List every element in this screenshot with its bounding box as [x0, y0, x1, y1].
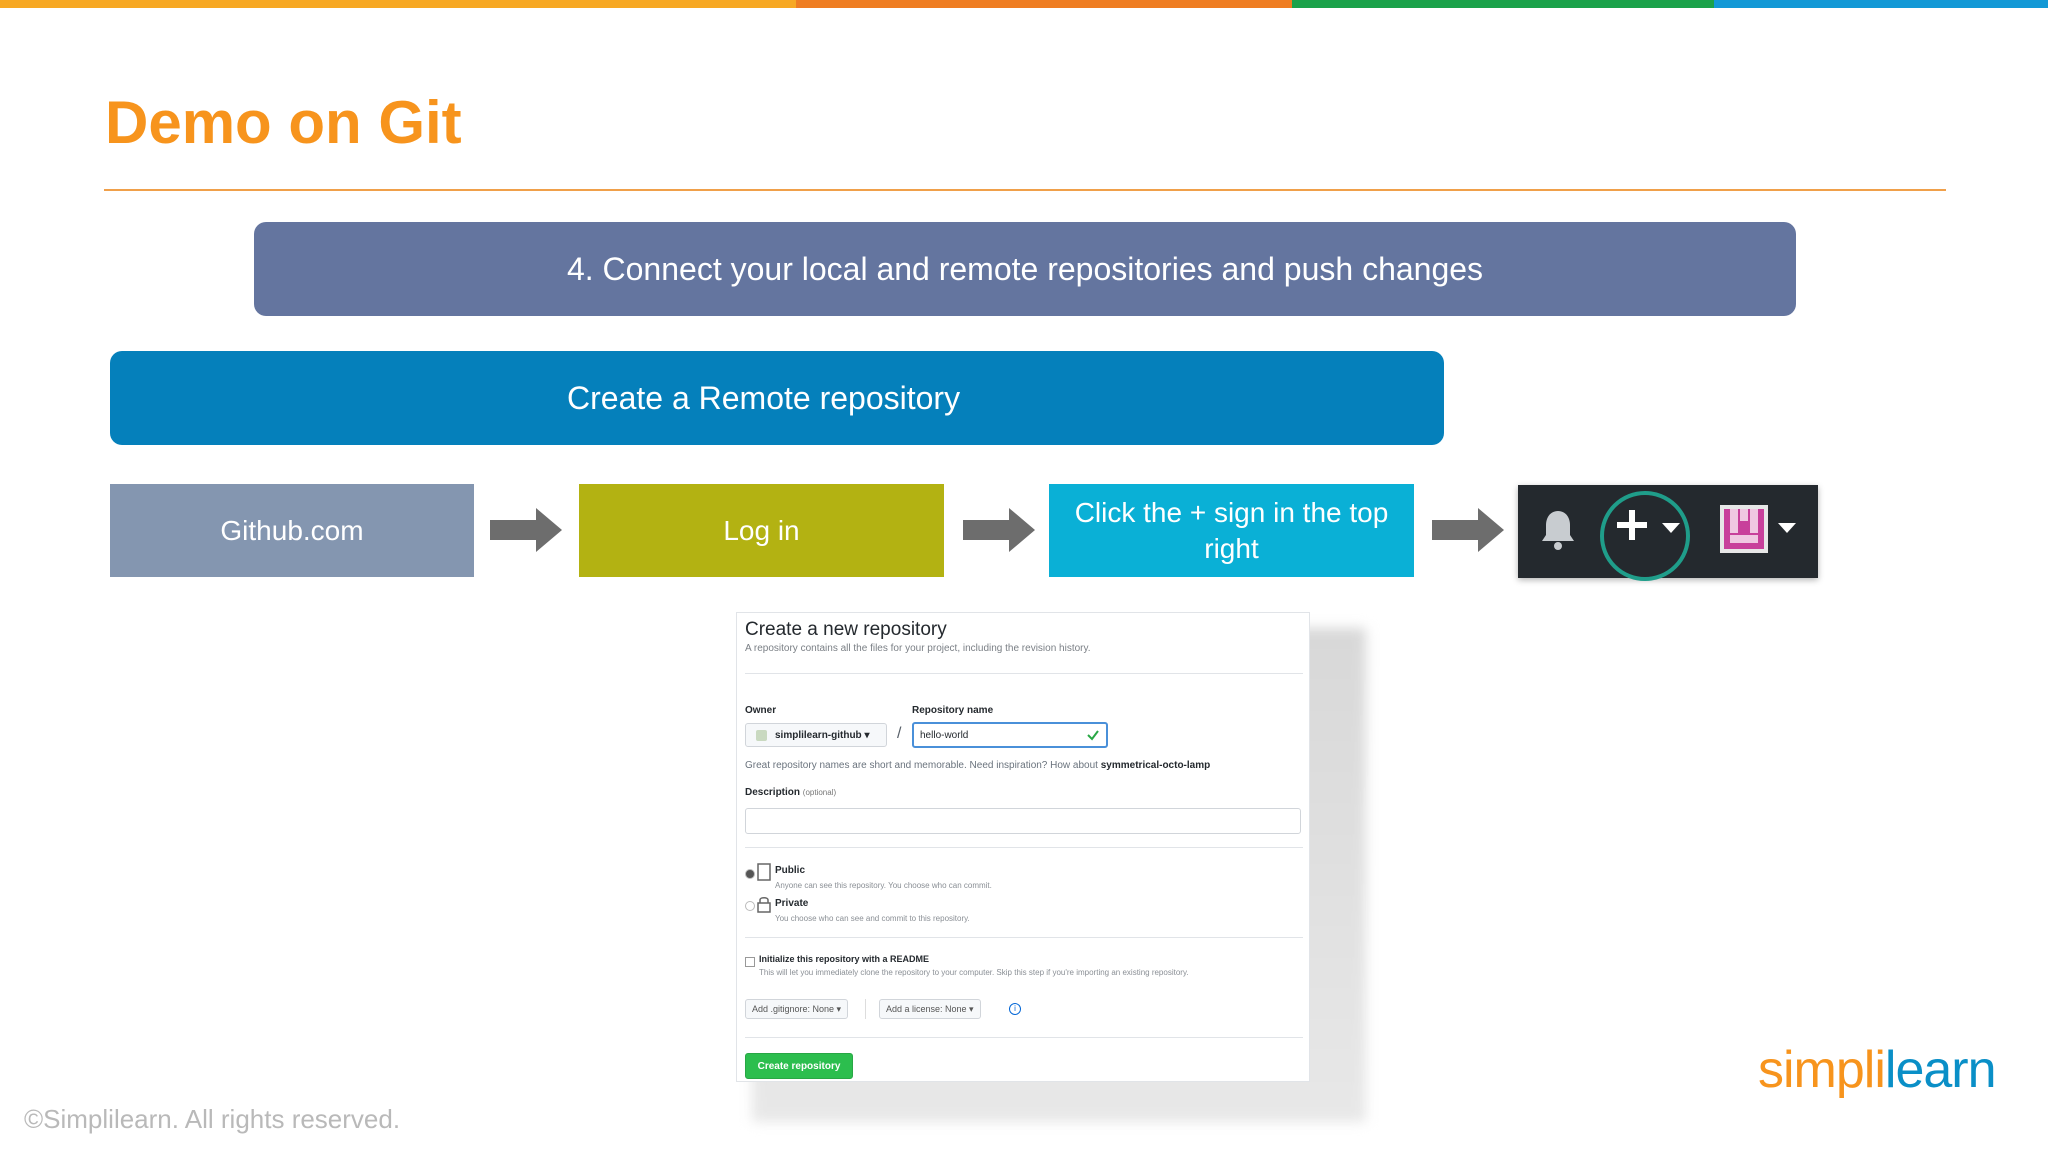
- step-banner: 4. Connect your local and remote reposit…: [254, 222, 1796, 316]
- gh-owner-value: simplilearn-github ▾: [775, 729, 870, 741]
- public-radio[interactable]: [745, 869, 755, 879]
- copyright-text: ©Simplilearn. All rights reserved.: [24, 1104, 401, 1134]
- title-divider: [104, 189, 1946, 191]
- flow-step-login-label: Log in: [723, 514, 800, 546]
- gh-repo-value: hello-world: [920, 729, 969, 741]
- right-arrow-icon: [963, 508, 1035, 552]
- logo-learn: learn: [1884, 1041, 1997, 1099]
- license-select[interactable]: Add a license: None ▾: [879, 999, 981, 1019]
- github-navbar-screenshot: [1518, 485, 1818, 581]
- right-arrow-icon: [1432, 508, 1504, 552]
- gh-owner-label: Owner: [745, 705, 777, 716]
- private-radio[interactable]: [745, 901, 755, 911]
- bell-icon: [1542, 511, 1574, 550]
- github-new-repo-screenshot: Create a new repository A repository con…: [736, 612, 1310, 1082]
- top-bar-blue: [1714, 0, 2048, 8]
- plus-icon[interactable]: [1614, 507, 1650, 543]
- slide-title: Demo on Git: [105, 89, 462, 156]
- owner-avatar-icon: [756, 729, 767, 741]
- public-label: Public: [775, 865, 806, 876]
- readme-checkbox[interactable]: [745, 957, 755, 967]
- top-color-bar: [0, 0, 2048, 8]
- private-description: You choose who can see and commit to thi…: [775, 914, 970, 923]
- top-bar-green: [1292, 0, 1714, 8]
- gh-name-hint: Great repository names are short and mem…: [745, 760, 1210, 771]
- readme-label: Initialize this repository with a README: [759, 954, 930, 964]
- check-icon: [1087, 730, 1099, 741]
- simplilearn-logo: simplilearn: [1758, 1040, 1997, 1100]
- sub-banner: Create a Remote repository: [110, 351, 1444, 445]
- gh-description-input[interactable]: [745, 808, 1301, 834]
- flow-step-plus-label: Click the + sign in the top right: [1074, 496, 1389, 564]
- gh-page-subtitle: A repository contains all the files for …: [745, 643, 1091, 654]
- gh-divider: [745, 673, 1303, 674]
- logo-simpli: simpli: [1758, 1041, 1886, 1099]
- gh-hint-suggestion[interactable]: symmetrical-octo-lamp: [1101, 760, 1210, 771]
- gh-repo-name-input[interactable]: hello-world: [912, 722, 1108, 748]
- gh-select-separator: [865, 999, 866, 1019]
- gitignore-select[interactable]: Add .gitignore: None ▾: [745, 999, 849, 1019]
- gh-hint-text: Great repository names are short and mem…: [745, 760, 1101, 771]
- step-banner-text: 4. Connect your local and remote reposit…: [566, 250, 1484, 287]
- gh-description-text: Description: [745, 787, 801, 798]
- info-icon[interactable]: i: [1009, 1003, 1021, 1015]
- gh-page-title: Create a new repository: [745, 619, 947, 640]
- right-arrow-icon: [490, 508, 562, 552]
- caret-down-icon[interactable]: [1778, 523, 1796, 533]
- gh-slash: /: [897, 725, 902, 742]
- lock-icon: [757, 897, 771, 913]
- caret-down-icon[interactable]: [1662, 523, 1680, 533]
- private-label: Private: [775, 898, 809, 909]
- top-bar-dark-orange: [796, 0, 1292, 8]
- flow-step-plus-sign: Click the + sign in the top right: [1049, 484, 1414, 577]
- gh-optional-text: (optional): [802, 788, 837, 797]
- gh-divider: [745, 847, 1303, 848]
- avatar-icon[interactable]: [1720, 505, 1768, 553]
- top-bar-orange: [0, 0, 796, 8]
- gh-repo-label: Repository name: [912, 705, 994, 716]
- flow-step-github-label: Github.com: [220, 514, 364, 546]
- gh-description-label: Description (optional): [745, 787, 836, 798]
- gh-owner-select[interactable]: simplilearn-github ▾: [745, 723, 887, 747]
- create-repository-button[interactable]: Create repository: [745, 1053, 853, 1079]
- flow-step-github: Github.com: [110, 484, 474, 577]
- gh-divider: [745, 1037, 1303, 1038]
- flow-step-login: Log in: [579, 484, 944, 577]
- public-description: Anyone can see this repository. You choo…: [775, 881, 992, 890]
- gh-divider: [745, 937, 1303, 938]
- readme-description: This will let you immediately clone the …: [759, 968, 1189, 977]
- repo-book-icon: [757, 863, 771, 881]
- sub-banner-text: Create a Remote repository: [567, 379, 961, 416]
